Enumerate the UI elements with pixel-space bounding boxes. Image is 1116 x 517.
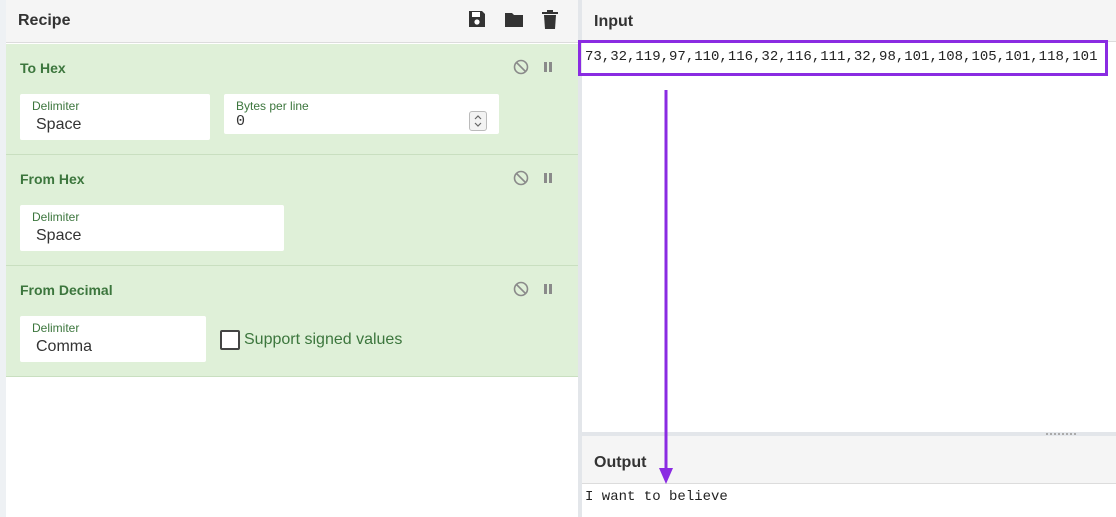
operation-from-hex[interactable]: From Hex Delimiter Space bbox=[6, 155, 578, 266]
field-label: Bytes per line bbox=[236, 99, 309, 113]
output-title: Output bbox=[594, 454, 647, 471]
pause-icon[interactable] bbox=[539, 58, 557, 76]
trash-icon[interactable] bbox=[539, 8, 561, 30]
field-value: Space bbox=[36, 227, 82, 244]
pause-icon[interactable] bbox=[539, 280, 557, 298]
field-value: 0 bbox=[236, 113, 246, 130]
field-label: Delimiter bbox=[32, 210, 80, 224]
recipe-title: Recipe bbox=[18, 12, 71, 29]
output-header: Output bbox=[582, 436, 1116, 484]
disable-icon[interactable] bbox=[512, 58, 530, 76]
cyberchef-window: Recipe To Hex Delimiter Space Bytes per … bbox=[0, 0, 1116, 517]
disable-icon[interactable] bbox=[512, 280, 530, 298]
field-value: Comma bbox=[36, 338, 93, 355]
number-spinner[interactable] bbox=[469, 111, 487, 131]
resize-grip-icon[interactable] bbox=[1046, 433, 1076, 435]
delimiter-select[interactable]: Delimiter Space bbox=[20, 94, 210, 140]
operation-from-decimal[interactable]: From Decimal Delimiter Comma Support sig… bbox=[6, 266, 578, 377]
pause-icon[interactable] bbox=[539, 169, 557, 187]
field-value: Space bbox=[36, 116, 82, 133]
support-signed-values-checkbox[interactable] bbox=[220, 330, 240, 350]
input-text[interactable]: 73,32,119,97,110,116,32,116,111,32,98,10… bbox=[585, 49, 1097, 65]
recipe-pane: Recipe To Hex Delimiter Space Bytes per … bbox=[6, 0, 578, 517]
operation-title: To Hex bbox=[20, 60, 66, 76]
bytes-per-line-input[interactable]: Bytes per line 0 bbox=[224, 94, 499, 134]
input-title: Input bbox=[594, 13, 634, 30]
save-icon[interactable] bbox=[466, 8, 488, 30]
delimiter-select[interactable]: Delimiter Space bbox=[20, 205, 284, 251]
operation-title: From Hex bbox=[20, 171, 85, 187]
output-text[interactable]: I want to believe bbox=[585, 489, 728, 505]
operation-to-hex[interactable]: To Hex Delimiter Space Bytes per line 0 bbox=[6, 44, 578, 155]
delimiter-select[interactable]: Delimiter Comma bbox=[20, 316, 206, 362]
recipe-header: Recipe bbox=[6, 0, 578, 43]
disable-icon[interactable] bbox=[512, 169, 530, 187]
checkbox-label[interactable]: Support signed values bbox=[244, 331, 402, 349]
field-label: Delimiter bbox=[32, 321, 80, 335]
field-label: Delimiter bbox=[32, 99, 80, 113]
folder-icon[interactable] bbox=[503, 8, 525, 30]
operation-title: From Decimal bbox=[20, 282, 113, 298]
io-pane: Input 73,32,119,97,110,116,32,116,111,32… bbox=[578, 0, 1116, 517]
input-header: Input bbox=[582, 0, 1116, 42]
